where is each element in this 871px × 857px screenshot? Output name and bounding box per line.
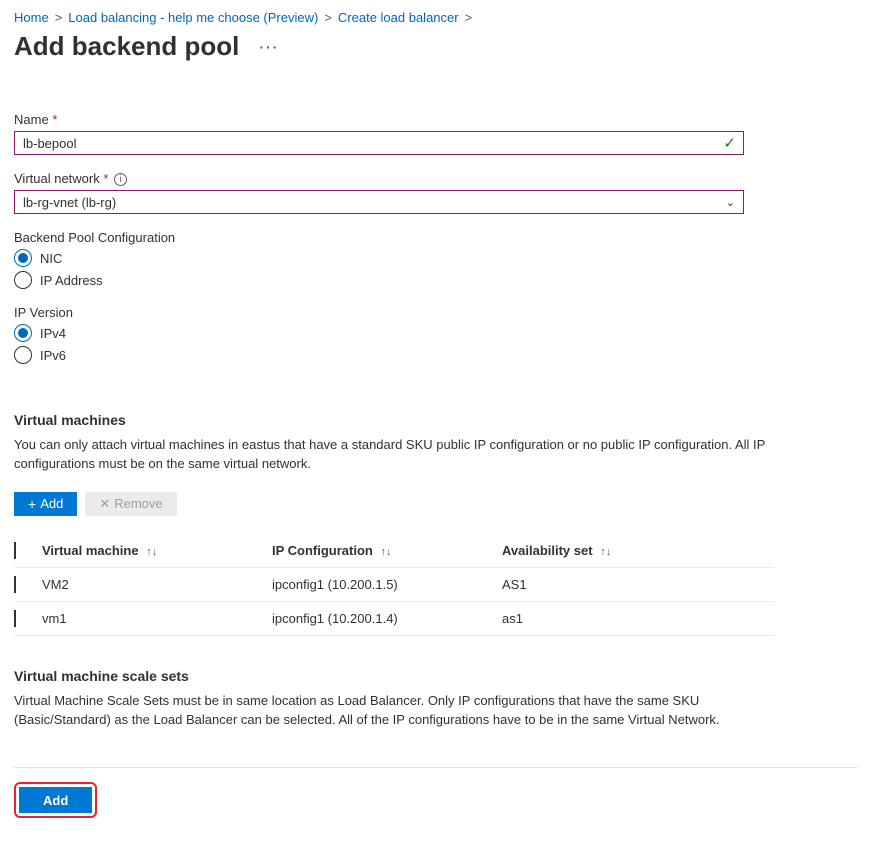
col-ip-label: IP Configuration [272, 543, 373, 558]
radio-ipv6[interactable]: IPv6 [14, 346, 744, 364]
sort-icon: ↑↓ [381, 546, 392, 558]
table-row: vm1 ipconfig1 (10.200.1.4) as1 [14, 602, 774, 636]
cell-vm-as: AS1 [502, 577, 774, 592]
vnet-select[interactable]: lb-rg-vnet (lb-rg) ⌄ [14, 190, 744, 214]
cell-vm-ip: ipconfig1 (10.200.1.5) [272, 577, 502, 592]
ip-version-field: IP Version IPv4 IPv6 [14, 305, 744, 364]
required-star: * [52, 112, 57, 127]
page-title-text: Add backend pool [14, 31, 239, 62]
radio-ip-label: IP Address [40, 273, 103, 288]
vmss-section-title: Virtual machine scale sets [14, 668, 857, 684]
radio-nic[interactable]: NIC [14, 249, 744, 267]
remove-vm-button: ✕ Remove [85, 492, 176, 516]
col-as-header[interactable]: Availability set ↑↓ [502, 543, 774, 558]
radio-icon [14, 346, 32, 364]
chevron-down-icon: ⌄ [726, 196, 735, 209]
name-input[interactable] [14, 131, 744, 155]
col-vm-header[interactable]: Virtual machine ↑↓ [42, 543, 272, 558]
footer-bar: Add [14, 767, 857, 818]
radio-ipv4[interactable]: IPv4 [14, 324, 744, 342]
ip-version-label: IP Version [14, 305, 744, 320]
page-title: Add backend pool ··· [14, 31, 857, 62]
col-vm-label: Virtual machine [42, 543, 139, 558]
col-ip-header[interactable]: IP Configuration ↑↓ [272, 543, 502, 558]
row-checkbox[interactable] [14, 610, 16, 627]
more-menu-icon[interactable]: ··· [259, 39, 279, 55]
vmss-section-desc: Virtual Machine Scale Sets must be in sa… [14, 692, 774, 730]
backend-config-field: Backend Pool Configuration NIC IP Addres… [14, 230, 744, 289]
add-vm-button[interactable]: + Add [14, 492, 77, 516]
vnet-field: Virtual network * i lb-rg-vnet (lb-rg) ⌄ [14, 171, 744, 214]
chevron-right-icon: > [465, 10, 473, 25]
vnet-label-text: Virtual network [14, 171, 100, 186]
add-button-highlight: Add [14, 782, 97, 818]
vm-table: Virtual machine ↑↓ IP Configuration ↑↓ A… [14, 534, 774, 636]
add-vm-label: Add [40, 496, 63, 511]
plus-icon: + [28, 496, 36, 512]
chevron-right-icon: > [324, 10, 332, 25]
vnet-value: lb-rg-vnet (lb-rg) [23, 195, 116, 210]
select-all-checkbox[interactable] [14, 542, 16, 559]
breadcrumb-lb-choose[interactable]: Load balancing - help me choose (Preview… [68, 10, 318, 25]
required-star: * [103, 171, 108, 186]
cell-vm-name: VM2 [42, 577, 272, 592]
radio-icon [14, 249, 32, 267]
sort-icon: ↑↓ [146, 546, 157, 558]
name-label-text: Name [14, 112, 49, 127]
vm-toolbar: + Add ✕ Remove [14, 492, 857, 516]
name-field: Name * ✓ [14, 112, 744, 155]
radio-ipv6-label: IPv6 [40, 348, 66, 363]
vm-section-title: Virtual machines [14, 412, 857, 428]
chevron-right-icon: > [55, 10, 63, 25]
table-row: VM2 ipconfig1 (10.200.1.5) AS1 [14, 568, 774, 602]
breadcrumb-create-lb[interactable]: Create load balancer [338, 10, 459, 25]
radio-ip-address[interactable]: IP Address [14, 271, 744, 289]
radio-nic-label: NIC [40, 251, 62, 266]
cell-vm-as: as1 [502, 611, 774, 626]
info-icon[interactable]: i [114, 173, 127, 186]
sort-icon: ↑↓ [600, 546, 611, 558]
checkmark-icon: ✓ [723, 134, 736, 152]
row-checkbox[interactable] [14, 576, 16, 593]
add-backend-pool-button[interactable]: Add [19, 787, 92, 813]
name-label: Name * [14, 112, 744, 127]
radio-icon [14, 271, 32, 289]
radio-ipv4-label: IPv4 [40, 326, 66, 341]
backend-config-label: Backend Pool Configuration [14, 230, 744, 245]
radio-icon [14, 324, 32, 342]
cell-vm-ip: ipconfig1 (10.200.1.4) [272, 611, 502, 626]
cell-vm-name: vm1 [42, 611, 272, 626]
x-icon: ✕ [99, 496, 110, 512]
remove-vm-label: Remove [114, 496, 162, 511]
table-header: Virtual machine ↑↓ IP Configuration ↑↓ A… [14, 534, 774, 568]
vnet-label: Virtual network * i [14, 171, 744, 186]
col-as-label: Availability set [502, 543, 593, 558]
breadcrumb-home[interactable]: Home [14, 10, 49, 25]
breadcrumb: Home > Load balancing - help me choose (… [14, 10, 857, 25]
vm-section-desc: You can only attach virtual machines in … [14, 436, 774, 474]
